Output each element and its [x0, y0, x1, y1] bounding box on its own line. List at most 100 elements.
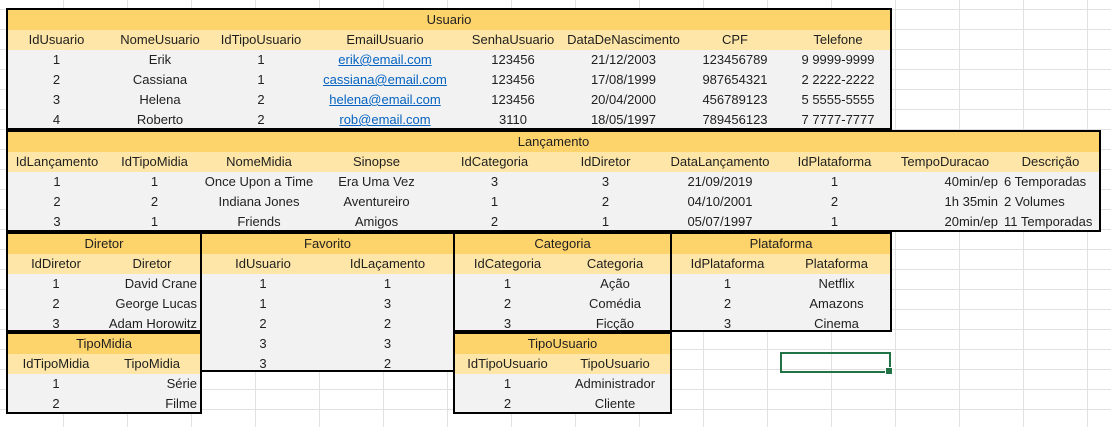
table-cell[interactable]: 1 [455, 274, 560, 294]
table-cell[interactable]: 123456 [463, 70, 563, 90]
table-cell[interactable]: 3 [324, 294, 451, 314]
table-cell[interactable]: 04/10/2001 [660, 192, 780, 212]
email-link[interactable]: rob@email.com [307, 110, 463, 130]
column-header[interactable]: TipoUsuario [560, 354, 670, 374]
table-cell[interactable]: 20min/ep [889, 212, 1001, 232]
table-cell[interactable]: Amazons [783, 294, 890, 314]
table-cell[interactable]: Erik [105, 50, 215, 70]
column-header[interactable]: TipoMidia [104, 354, 200, 374]
table-cell[interactable]: 1 [324, 274, 451, 294]
column-header[interactable]: IdLançamento [8, 152, 106, 172]
table-cell[interactable]: 2 [202, 314, 324, 334]
table-cell[interactable]: 2 [324, 354, 451, 374]
table-cell[interactable]: 2 [8, 70, 105, 90]
table-cell[interactable]: Comédia [560, 294, 670, 314]
table-cell[interactable]: 1 [202, 294, 324, 314]
table-cell[interactable]: Ficção [560, 314, 670, 334]
selected-cell[interactable] [780, 352, 893, 375]
column-header[interactable]: Telefone [786, 30, 890, 50]
table-cell[interactable]: 123456 [463, 50, 563, 70]
table-cell[interactable]: 1 [551, 212, 660, 232]
table-cell[interactable]: 1h 35min [889, 192, 1001, 212]
table-cell[interactable]: 20/04/2000 [563, 90, 684, 110]
table-cell[interactable]: Cliente [560, 394, 670, 414]
column-header[interactable]: NomeUsuario [105, 30, 215, 50]
table-cell[interactable]: Indiana Jones [203, 192, 315, 212]
table-cell[interactable]: 9 9999-9999 [786, 50, 890, 70]
table-cell[interactable]: 6 Temporadas [1001, 172, 1100, 192]
table-cell[interactable]: 2 [8, 294, 104, 314]
column-header[interactable]: EmailUsuario [307, 30, 463, 50]
email-link[interactable]: erik@email.com [307, 50, 463, 70]
column-header[interactable]: IdCategoria [438, 152, 551, 172]
email-link[interactable]: cassiana@email.com [307, 70, 463, 90]
column-header[interactable]: Sinopse [315, 152, 438, 172]
table-cell[interactable]: 4 [8, 110, 105, 130]
table-cell[interactable]: Friends [203, 212, 315, 232]
column-header[interactable]: Categoria [560, 254, 670, 274]
table-cell[interactable]: 1 [780, 172, 889, 192]
table-cell[interactable]: 2 [8, 192, 106, 212]
table-cell[interactable]: 2 [8, 394, 104, 414]
table-cell[interactable]: 05/07/1997 [660, 212, 780, 232]
table-cell[interactable]: Netflix [783, 274, 890, 294]
table-cell[interactable]: 1 [8, 274, 104, 294]
table-cell[interactable]: 3 [202, 354, 324, 374]
table-cell[interactable]: 40min/ep [889, 172, 1001, 192]
column-header[interactable]: IdPlataforma [780, 152, 889, 172]
table-cell[interactable]: 1 [8, 374, 104, 394]
table-cell[interactable]: 3 [202, 334, 324, 354]
table-cell[interactable]: 456789123 [684, 90, 786, 110]
column-header[interactable]: Descrição [1001, 152, 1100, 172]
table-cell[interactable]: 1 [672, 274, 783, 294]
table-cell[interactable]: 3110 [463, 110, 563, 130]
table-cell[interactable]: 3 [8, 314, 104, 334]
table-cell[interactable]: 17/08/1999 [563, 70, 684, 90]
table-cell[interactable]: 2 2222-2222 [786, 70, 890, 90]
table-cell[interactable]: 3 [551, 172, 660, 192]
table-cell[interactable]: 1 [106, 172, 203, 192]
table-cell[interactable]: 1 [780, 212, 889, 232]
table-cell[interactable]: 2 [672, 294, 783, 314]
column-header[interactable]: IdCategoria [455, 254, 560, 274]
table-cell[interactable]: Administrador [560, 374, 670, 394]
table-cell[interactable]: 2 Volumes [1001, 192, 1100, 212]
table-cell[interactable]: 123456 [463, 90, 563, 110]
column-header[interactable]: TempoDuracao [889, 152, 1001, 172]
fill-handle[interactable] [885, 367, 893, 375]
table-cell[interactable]: 2 [215, 110, 307, 130]
column-header[interactable]: NomeMidia [203, 152, 315, 172]
table-cell[interactable]: 3 [455, 314, 560, 334]
table-cell[interactable]: Aventureiro [315, 192, 438, 212]
email-link[interactable]: helena@email.com [307, 90, 463, 110]
table-cell[interactable]: Filme [104, 394, 200, 414]
table-cell[interactable]: David Crane [104, 274, 200, 294]
table-cell[interactable]: 2 [106, 192, 203, 212]
table-cell[interactable]: 21/12/2003 [563, 50, 684, 70]
column-header[interactable]: SenhaUsuario [463, 30, 563, 50]
column-header[interactable]: IdPlataforma [672, 254, 783, 274]
table-cell[interactable]: Cassiana [105, 70, 215, 90]
table-cell[interactable]: 2 [324, 314, 451, 334]
table-cell[interactable]: 2 [455, 294, 560, 314]
table-cell[interactable]: 3 [324, 334, 451, 354]
column-header[interactable]: DataLançamento [660, 152, 780, 172]
table-cell[interactable]: 21/09/2019 [660, 172, 780, 192]
column-header[interactable]: DataDeNascimento [563, 30, 684, 50]
column-header[interactable]: IdTipoMidia [106, 152, 203, 172]
column-header[interactable]: IdDiretor [8, 254, 104, 274]
table-cell[interactable]: 1 [8, 172, 106, 192]
table-cell[interactable]: 1 [455, 374, 560, 394]
table-cell[interactable]: 7 7777-7777 [786, 110, 890, 130]
table-cell[interactable]: Amigos [315, 212, 438, 232]
table-cell[interactable]: Série [104, 374, 200, 394]
table-cell[interactable]: 2 [438, 212, 551, 232]
table-cell[interactable]: Adam Horowitz [104, 314, 200, 334]
table-cell[interactable]: 3 [672, 314, 783, 334]
table-cell[interactable]: 789456123 [684, 110, 786, 130]
table-cell[interactable]: 1 [215, 50, 307, 70]
column-header[interactable]: IdUsuario [202, 254, 324, 274]
table-cell[interactable]: Helena [105, 90, 215, 110]
table-cell[interactable]: 5 5555-5555 [786, 90, 890, 110]
table-cell[interactable]: 2 [455, 394, 560, 414]
